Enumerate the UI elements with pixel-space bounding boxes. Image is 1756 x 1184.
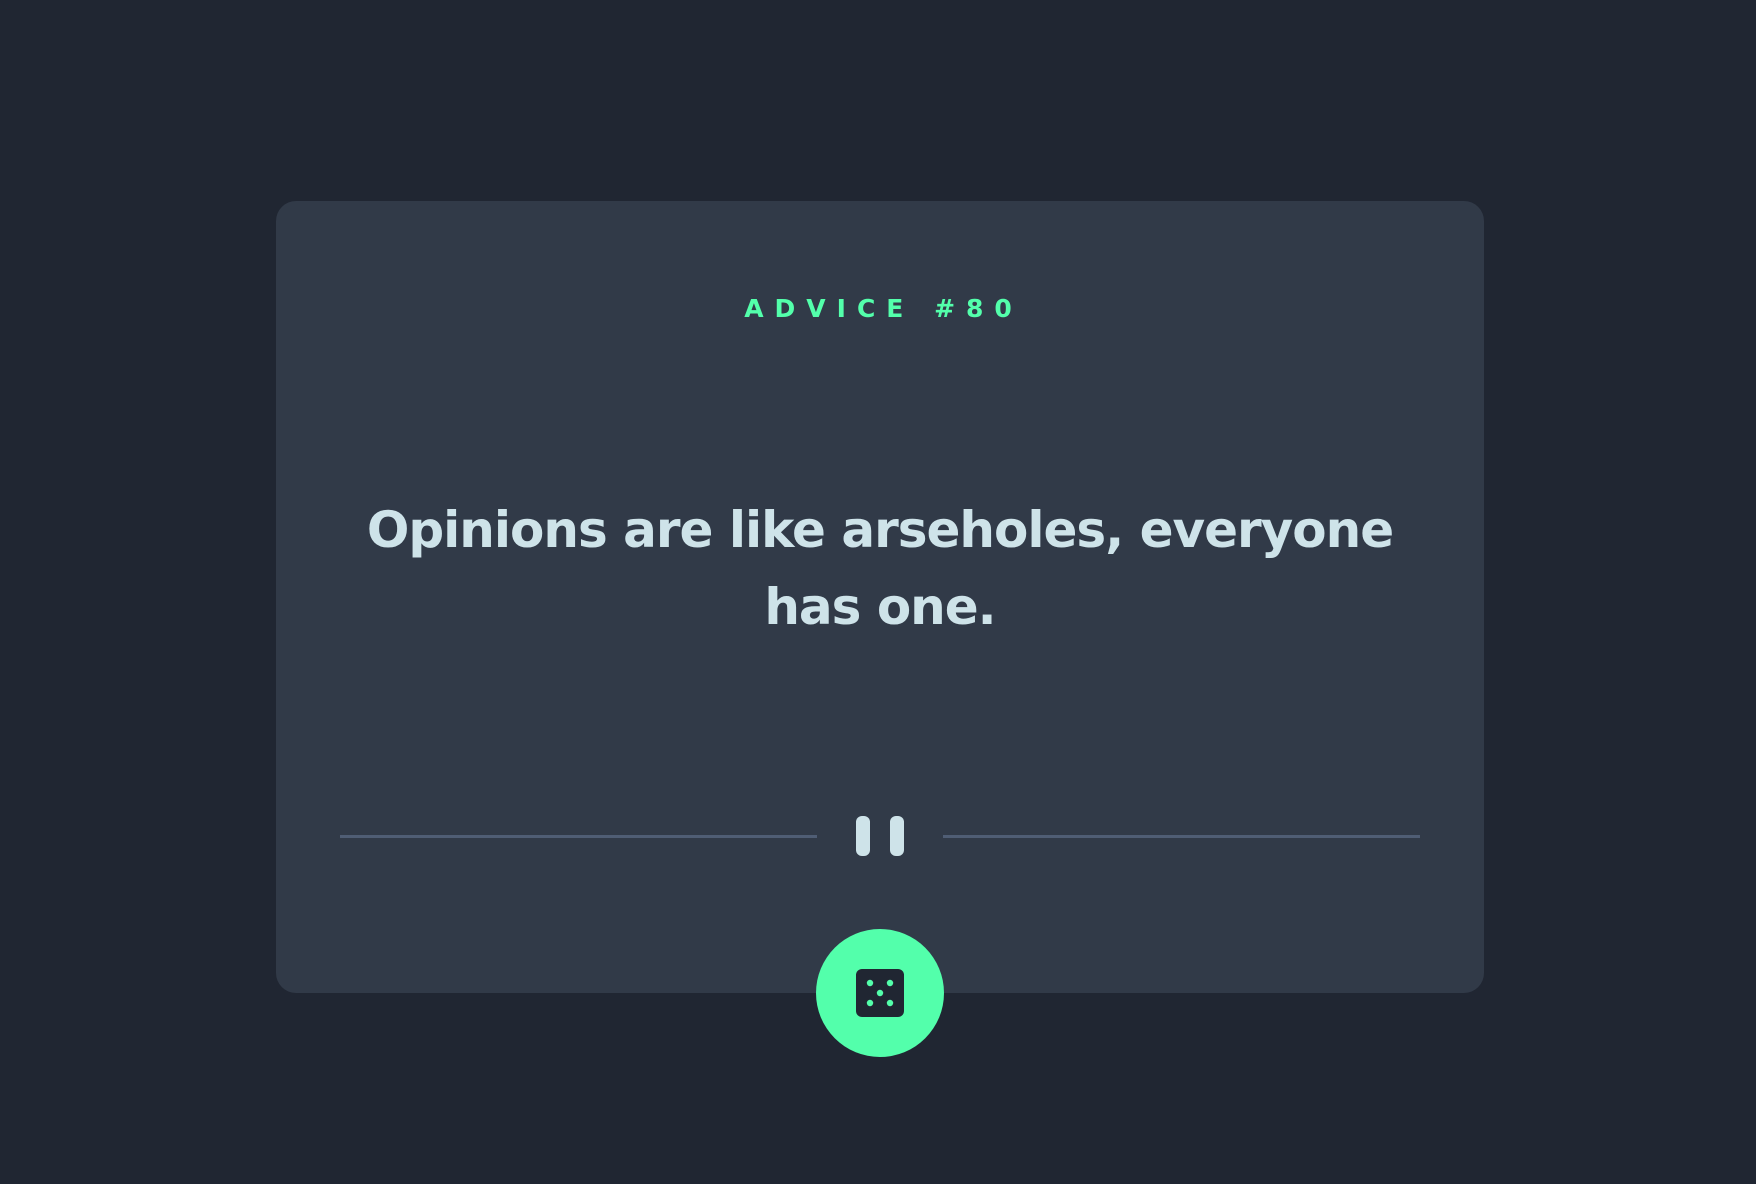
pause-icon-bar-left [856,816,870,856]
divider-line-left [340,835,817,838]
advice-id-label: ADVICE #80 [744,294,1023,323]
new-advice-button[interactable] [816,929,944,1057]
divider-line-right [943,835,1420,838]
pause-icon-bar-right [890,816,904,856]
advice-quote: Opinions are like arseholes, everyone ha… [366,501,1394,636]
dice-icon [856,969,904,1017]
